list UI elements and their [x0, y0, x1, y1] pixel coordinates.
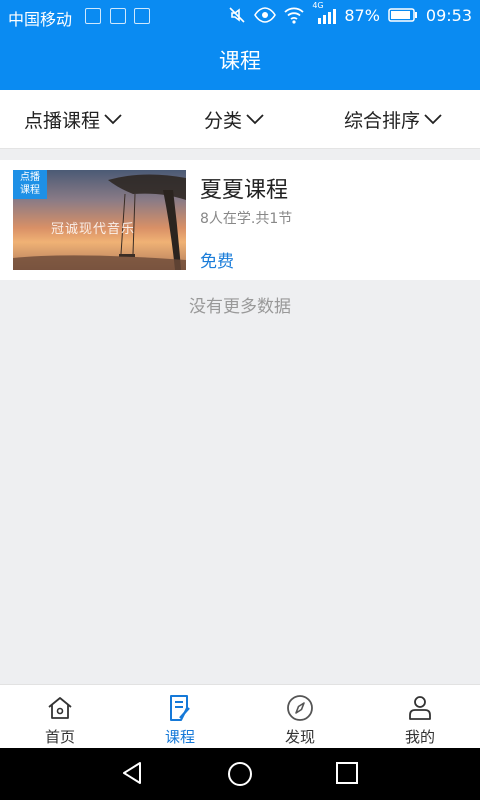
filter-sort-dropdown[interactable]: 综合排序	[344, 90, 442, 148]
home-circle-icon[interactable]	[226, 760, 254, 788]
battery-icon	[388, 8, 417, 22]
tab-profile[interactable]: 我的	[360, 685, 480, 749]
chevron-down-icon	[246, 114, 264, 125]
clock: 09:53	[425, 5, 472, 25]
course-price: 免费	[200, 252, 234, 272]
notification-icon	[85, 8, 101, 24]
home-icon	[48, 697, 72, 719]
filter-label: 综合排序	[344, 109, 421, 132]
page-header: 课程	[0, 32, 480, 90]
tab-label: 发现	[284, 728, 315, 746]
tab-discover[interactable]: 发现	[240, 685, 360, 749]
user-icon	[409, 696, 431, 720]
carrier-label: 中国移动	[8, 10, 73, 29]
tab-label: 首页	[44, 728, 75, 746]
badge-text: 课程	[20, 185, 40, 196]
wifi-icon	[284, 7, 304, 24]
filter-bar: 点播课程 分类 综合排序	[0, 90, 480, 149]
thumbnail-caption: 冠诚现代音乐	[51, 222, 136, 237]
bottom-tab-bar: 首页 课程 发现 我的	[0, 684, 480, 749]
filter-label: 点播课程	[24, 109, 101, 132]
back-icon[interactable]	[120, 760, 146, 786]
recents-icon[interactable]	[334, 760, 360, 786]
filter-category-dropdown[interactable]: 分类	[204, 90, 264, 148]
mute-icon	[229, 7, 245, 23]
system-navigation-bar	[0, 748, 480, 800]
course-thumbnail: 点播 课程 冠诚现代音乐	[13, 170, 186, 270]
course-title: 夏夏课程	[200, 178, 289, 203]
status-bar: 中国移动 4G 87% 09:53	[0, 0, 480, 32]
badge-text: 点播	[20, 172, 40, 183]
compass-icon	[287, 695, 313, 721]
course-icon	[170, 695, 190, 721]
tab-label: 我的	[404, 728, 435, 746]
chevron-down-icon	[424, 114, 442, 125]
course-badge: 点播 课程	[13, 170, 47, 199]
course-meta: 8人在学.共1节	[200, 211, 293, 227]
battery-percent: 87%	[344, 5, 380, 25]
page-title: 课程	[219, 49, 261, 73]
filter-label: 分类	[204, 109, 243, 132]
tab-courses[interactable]: 课程	[120, 685, 240, 749]
filter-type-dropdown[interactable]: 点播课程	[24, 90, 122, 148]
signal-icon: 4G	[312, 1, 337, 25]
course-list-item[interactable]: 点播 课程 冠诚现代音乐 夏夏课程 8人在学.共1节 免费	[0, 160, 480, 280]
tab-label: 课程	[164, 728, 195, 746]
eye-icon	[254, 7, 277, 23]
chevron-down-icon	[104, 114, 122, 125]
notification-icon	[110, 8, 126, 24]
no-more-data-text: 没有更多数据	[189, 297, 291, 317]
image-notification-icon	[134, 8, 150, 24]
tab-home[interactable]: 首页	[0, 685, 120, 749]
